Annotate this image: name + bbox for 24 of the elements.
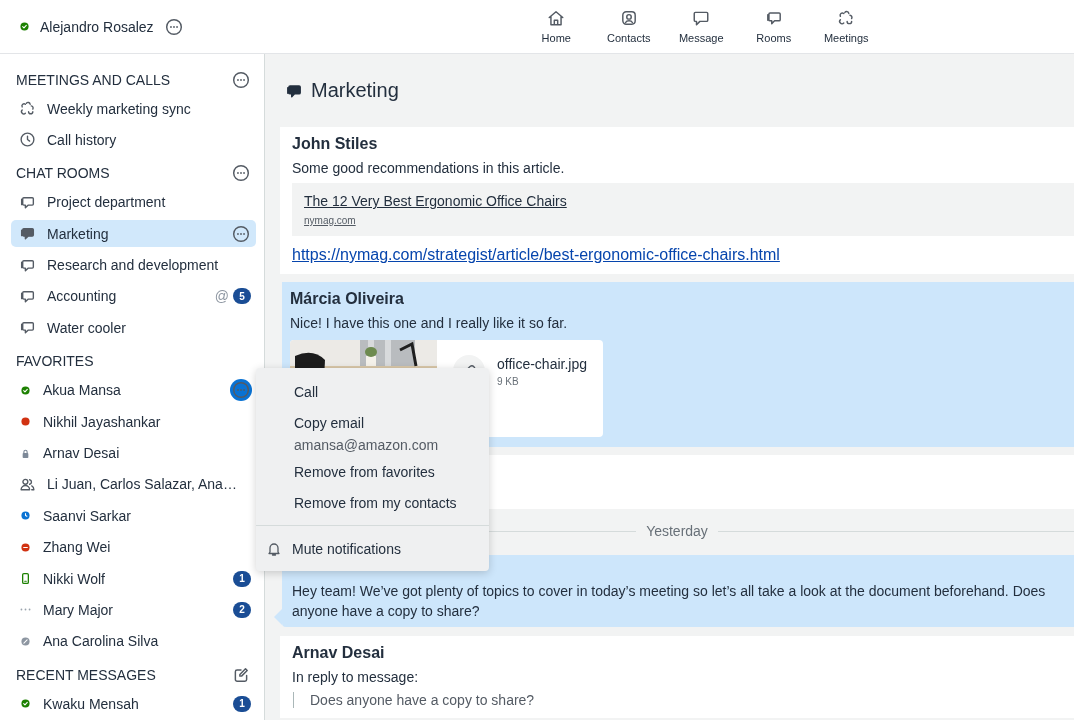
sender-name: John Stiles [292, 135, 378, 153]
file-size: 9 KB [497, 376, 520, 387]
date-divider: Yesterday [645, 523, 709, 539]
room-title: Marketing [311, 79, 399, 102]
section-title: CHAT ROOMS [16, 165, 110, 182]
file-name: office-chair.jpg [497, 356, 587, 372]
quoted-message: Does anyone have a copy to share? [293, 692, 535, 708]
section-title: RECENT MESSAGES [16, 666, 156, 683]
user-name: Alejandro Rosalez [40, 18, 154, 35]
message-text: Hey team! We’ve got plenty of topics to cover in today’s meeting so let’s all take a look at the document beforehand. Does anyone have a copy to share? [292, 583, 1046, 619]
message-text: Some good recommendations in this article. [292, 159, 565, 178]
sender-name: Arnav Desai [292, 644, 385, 662]
unread-count: 1 [233, 570, 251, 587]
section-title: MEETINGS AND CALLS [16, 71, 171, 88]
section-title: FAVORITES [16, 353, 94, 370]
message-text: Nice! I have this one and I really like it so far. [290, 314, 568, 333]
unread-count: 5 [233, 288, 251, 305]
email-address: amansa@amazon.com [293, 435, 440, 455]
reply-label: In reply to message: [292, 668, 419, 687]
unread-count: 1 [233, 695, 251, 712]
unread-count: 2 [233, 601, 251, 618]
preview-site: nymag.com [304, 215, 356, 226]
mention-sign: @ [214, 288, 229, 305]
sender-name: Márcia Oliveira [290, 290, 404, 308]
